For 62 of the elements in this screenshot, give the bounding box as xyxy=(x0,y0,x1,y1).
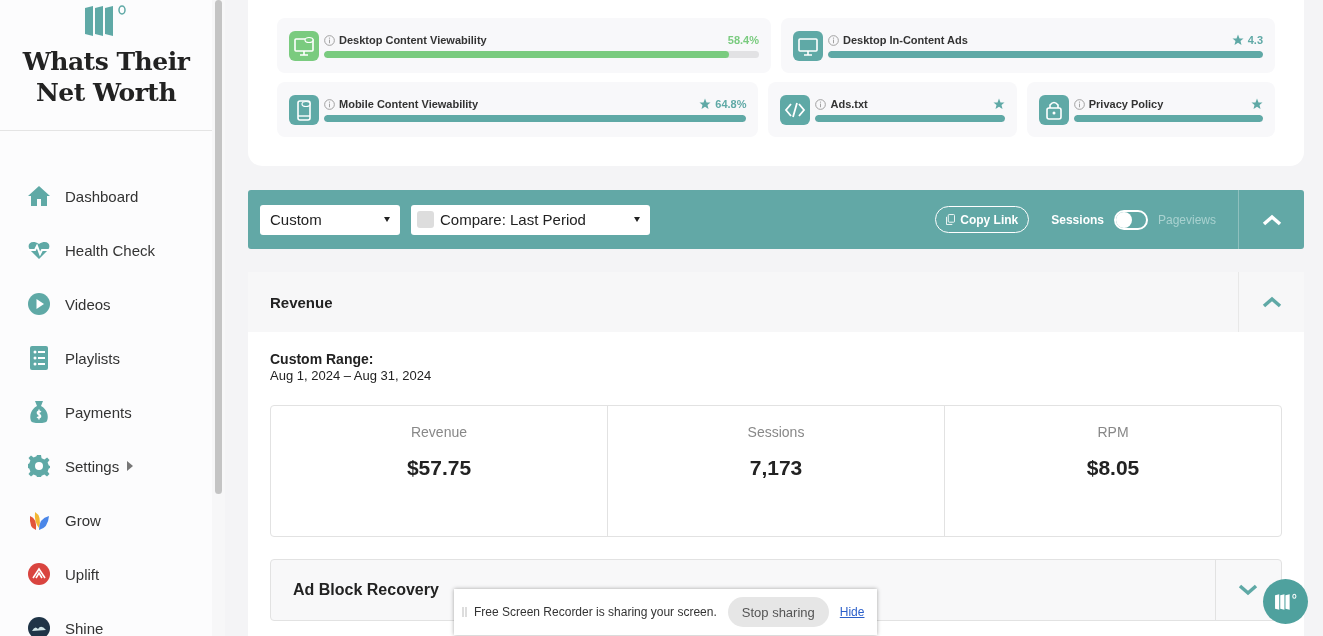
compare-dropdown[interactable]: Compare: Last Period xyxy=(411,204,650,235)
chevron-up-icon xyxy=(1261,296,1282,308)
phone-eye-icon xyxy=(289,94,319,125)
hide-link[interactable]: Hide xyxy=(839,605,865,619)
metric-title: Privacy Policy xyxy=(1088,98,1164,110)
monitor-eye-icon xyxy=(289,30,319,61)
metric-title: Ads.txt xyxy=(830,98,868,110)
metric-value: 64.8% xyxy=(715,98,747,110)
range-dropdown[interactable]: Custom xyxy=(260,204,400,235)
toggle-switch[interactable] xyxy=(1113,209,1148,230)
stat-label: Revenue xyxy=(410,424,467,440)
logo-icon xyxy=(1273,592,1298,611)
money-bag-icon xyxy=(27,400,51,424)
metric-title: Desktop Content Viewability xyxy=(339,34,487,46)
stat-value: $8.05 xyxy=(1086,456,1140,480)
uplift-logo-icon xyxy=(27,562,51,586)
stat-label: Sessions xyxy=(747,424,805,440)
nav-item[interactable]: Grow xyxy=(27,493,212,547)
nav-item[interactable]: Videos xyxy=(27,277,212,331)
info-icon[interactable] xyxy=(324,34,335,46)
logo-icon xyxy=(83,4,129,38)
toggle-label: Pageviews xyxy=(1157,212,1216,227)
scrollbar-thumb[interactable] xyxy=(215,0,222,494)
chevron-up-icon xyxy=(1261,213,1282,226)
chevron-down-icon xyxy=(1238,584,1258,596)
lock-icon xyxy=(1038,94,1069,125)
copy-icon xyxy=(946,214,956,225)
metric-value: 58.4% xyxy=(727,34,759,46)
drag-handle-icon[interactable] xyxy=(462,607,467,617)
metric-value: 4.3 xyxy=(1247,34,1263,46)
nav-item[interactable]: Health Check xyxy=(27,223,212,277)
code-icon xyxy=(780,94,811,125)
nav-item[interactable]: Uplift xyxy=(27,547,212,601)
toggle-label: Sessions xyxy=(1051,212,1104,227)
play-icon xyxy=(27,292,51,316)
nav-item[interactable]: Settings xyxy=(27,439,212,493)
metric-title: Mobile Content Viewability xyxy=(339,98,479,110)
metric-title: Desktop In-Content Ads xyxy=(843,34,968,46)
range-label: Custom Range: xyxy=(270,351,375,367)
nav-item[interactable]: Playlists xyxy=(27,331,212,385)
nav-item[interactable]: Dashboard xyxy=(27,169,212,223)
info-icon[interactable] xyxy=(324,98,335,110)
range-dates: Aug 1, 2024 – Aug 31, 2024 xyxy=(270,368,433,383)
nav-item[interactable]: Shine xyxy=(27,601,212,636)
info-icon[interactable] xyxy=(815,98,827,110)
stat-value: 7,173 xyxy=(749,456,803,480)
site-name: Whats Their Net Worth xyxy=(21,46,192,108)
shine-logo-icon xyxy=(27,616,51,636)
caret-icon xyxy=(127,461,134,471)
list-icon xyxy=(27,346,51,370)
info-icon[interactable] xyxy=(828,34,839,46)
settings-icon xyxy=(27,454,51,478)
home-icon xyxy=(27,184,51,208)
stat-value: $57.75 xyxy=(406,456,472,480)
section-title: Revenue xyxy=(270,293,334,311)
nav-item[interactable]: Payments xyxy=(27,385,212,439)
share-message: Free Screen Recorder is sharing your screen. xyxy=(474,605,717,619)
info-icon[interactable] xyxy=(1073,98,1085,110)
stat-label: RPM xyxy=(1097,424,1129,440)
section-title: Ad Block Recovery xyxy=(293,581,440,599)
monitor-icon xyxy=(793,30,823,61)
stop-sharing-button[interactable]: Stop sharing xyxy=(727,597,829,627)
